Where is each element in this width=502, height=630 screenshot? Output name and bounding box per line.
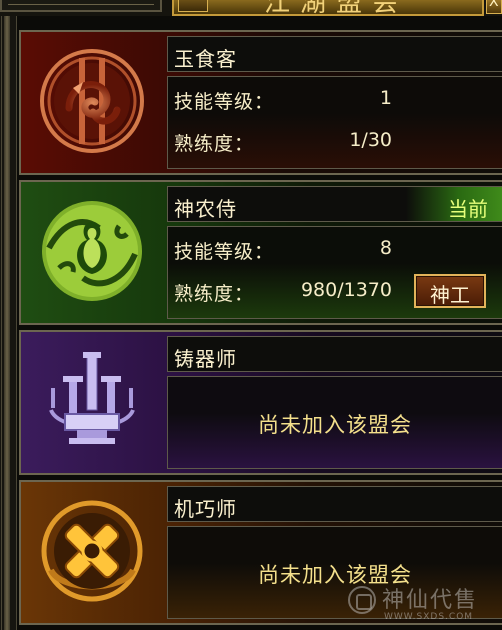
current-status-label: 当前 xyxy=(448,197,488,221)
guild-name: 机巧师 xyxy=(174,497,237,521)
site-watermark: 神仙代售 WWW.SXDS.COM xyxy=(344,580,502,630)
skill-level-row: 技能等级： 1 xyxy=(174,87,392,114)
gear-emblem-icon xyxy=(41,500,143,602)
skill-level-value: 8 xyxy=(379,237,392,259)
watermark-url: WWW.SXDS.COM xyxy=(384,612,474,622)
guild-info: 玉食客 技能等级： 1 熟练度： 1/30 xyxy=(167,32,502,173)
tab-button[interactable] xyxy=(178,0,208,12)
guild-name: 神农侍 xyxy=(174,197,237,221)
proficiency-value: 980/1370 xyxy=(300,279,392,301)
guild-card-yushike[interactable]: 玉食客 技能等级： 1 熟练度： 1/30 xyxy=(19,30,502,175)
window-title: 江湖盟会 xyxy=(264,0,409,16)
emblem-area xyxy=(21,182,165,323)
guild-name-bar: 铸器师 xyxy=(167,336,502,372)
left-scroll-rail[interactable] xyxy=(0,16,17,630)
emblem-area xyxy=(21,32,165,173)
guild-name-bar: 玉食客 xyxy=(167,36,502,72)
not-joined-message: 尚未加入该盟会 xyxy=(258,413,412,437)
guild-stats: 技能等级： 8 熟练度： 980/1370 神工 xyxy=(167,226,502,319)
guild-card-shennongshi[interactable]: 神农侍 当前 技能等级： 8 熟练度： 980/1370 神工 xyxy=(19,180,502,325)
rank-button[interactable]: 神工 xyxy=(414,274,486,308)
guild-info: 神农侍 当前 技能等级： 8 熟练度： 980/1370 神工 xyxy=(167,182,502,323)
watermark-text: 神仙代售 xyxy=(382,588,479,613)
guild-stats: 技能等级： 1 熟练度： 1/30 xyxy=(167,76,502,169)
emblem-area xyxy=(21,482,165,623)
guild-stats: 尚未加入该盟会 xyxy=(167,376,502,469)
dragon-emblem-icon xyxy=(40,49,144,153)
guild-name-bar: 神农侍 当前 xyxy=(167,186,502,222)
guild-name: 玉食客 xyxy=(174,47,237,71)
window-header: 江湖盟会 X xyxy=(0,0,502,16)
close-icon: X xyxy=(489,0,499,10)
watermark-logo-icon xyxy=(348,586,376,614)
close-button[interactable]: X xyxy=(486,0,502,14)
emblem-area xyxy=(21,332,165,473)
gourd-emblem-icon xyxy=(42,201,142,301)
skill-level-row: 技能等级： 8 xyxy=(174,237,392,264)
current-status-badge: 当前 xyxy=(406,187,502,221)
title-tab: 江湖盟会 xyxy=(172,0,484,16)
skill-level-value: 1 xyxy=(379,87,392,109)
rank-button-label: 神工 xyxy=(430,283,470,307)
header-left-frame xyxy=(0,0,162,12)
proficiency-row: 熟练度： 980/1370 xyxy=(174,279,392,306)
proficiency-value: 1/30 xyxy=(349,129,392,151)
guild-name-bar: 机巧师 xyxy=(167,486,502,522)
proficiency-row: 熟练度： 1/30 xyxy=(174,129,392,156)
guild-name: 铸器师 xyxy=(174,347,237,371)
guild-card-zhuqishi[interactable]: 铸器师 尚未加入该盟会 xyxy=(19,330,502,475)
guild-info: 铸器师 尚未加入该盟会 xyxy=(167,332,502,473)
forge-emblem-icon xyxy=(49,352,135,444)
